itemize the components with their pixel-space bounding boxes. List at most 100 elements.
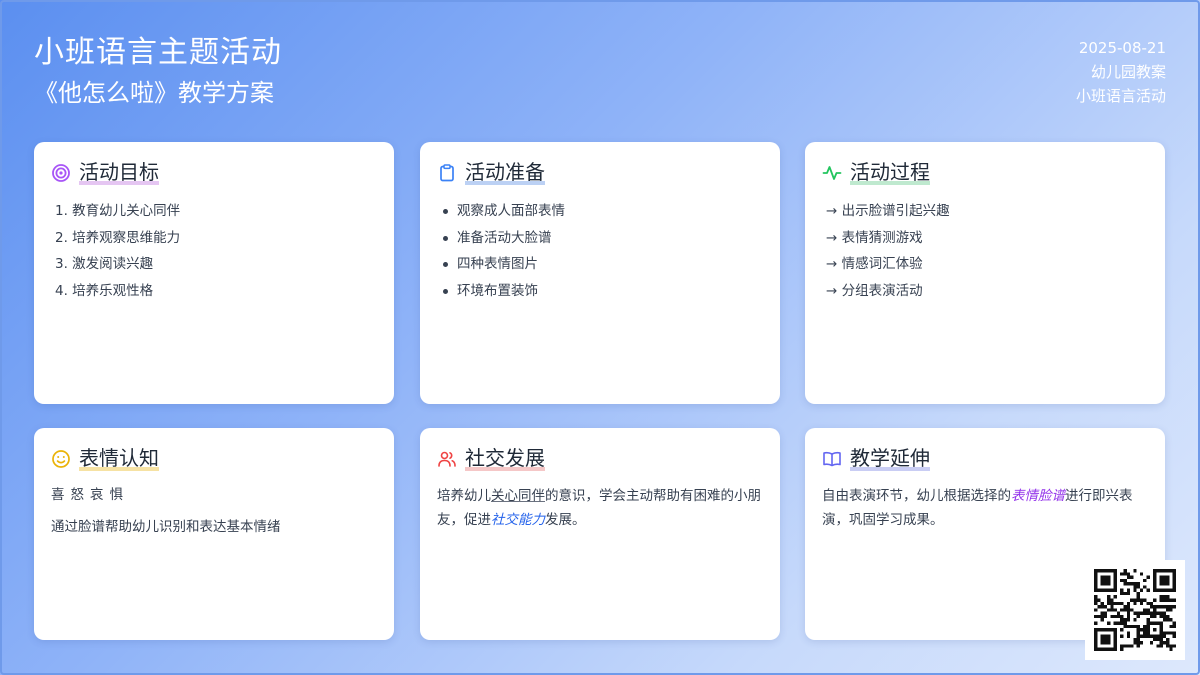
qr-module	[1143, 578, 1147, 583]
qr-module	[1120, 634, 1124, 638]
qr-module	[1159, 575, 1163, 579]
qr-module	[1143, 608, 1147, 612]
list-item: → 表情猜测游戏	[826, 229, 923, 246]
qr-module	[1166, 637, 1170, 642]
qr-module	[1100, 628, 1104, 632]
qr-module	[1166, 575, 1170, 579]
qr-module	[1110, 588, 1114, 592]
qr-module	[1123, 621, 1127, 625]
qr-module	[1156, 569, 1160, 573]
qr-module	[1169, 588, 1173, 592]
qr-module	[1136, 628, 1140, 632]
qr-module	[1110, 628, 1114, 632]
qr-module	[1126, 601, 1131, 606]
qr-module	[1123, 578, 1127, 583]
prep-list: 观察成人面部表情 准备活动大脸谱 四种表情图片 环境布置装饰	[437, 198, 763, 304]
qr-module	[1169, 618, 1173, 622]
qr-module	[1172, 644, 1176, 648]
qr-module	[1162, 578, 1167, 583]
tag-label: 小班语言活动	[1075, 87, 1166, 105]
qr-module	[1159, 621, 1163, 625]
qr-module	[1156, 588, 1160, 592]
qr-module	[1100, 647, 1104, 651]
qr-module	[1153, 572, 1157, 576]
qr-module	[1172, 634, 1176, 638]
qr-module	[1143, 585, 1147, 589]
qr-module	[1139, 611, 1144, 615]
qr-module	[1139, 598, 1144, 602]
qr-module	[1100, 601, 1104, 606]
qr-module	[1162, 611, 1167, 615]
qr-module	[1139, 601, 1144, 606]
qr-module	[1100, 637, 1104, 642]
qr-module	[1149, 641, 1154, 645]
qr-module	[1097, 647, 1101, 651]
qr-module	[1133, 641, 1137, 645]
qr-module	[1169, 598, 1173, 602]
qr-module	[1123, 569, 1127, 573]
qr-module	[1149, 601, 1154, 606]
qr-module	[1100, 611, 1104, 615]
qr-module	[1172, 588, 1176, 592]
qr-module	[1126, 611, 1131, 615]
qr-module	[1159, 628, 1163, 632]
extension-description: 自由表演环节，幼儿根据选择的表情脸谱进行即兴表演，巩固学习成果。	[822, 484, 1148, 532]
header-meta: 2025-08-21 幼儿园教案 小班语言活动	[1076, 36, 1166, 108]
qr-module	[1172, 624, 1176, 629]
qr-module	[1169, 644, 1173, 648]
qr-module	[1113, 569, 1117, 573]
qr-module	[1103, 611, 1108, 615]
qr-code-icon[interactable]	[1085, 560, 1185, 660]
qr-module	[1094, 614, 1098, 619]
qr-module	[1116, 611, 1121, 615]
qr-module	[1166, 598, 1170, 602]
qr-module	[1123, 572, 1127, 576]
card-header: 活动过程	[822, 160, 1148, 185]
qr-module	[1107, 588, 1111, 592]
qr-module	[1136, 582, 1140, 586]
qr-module	[1130, 608, 1134, 612]
list-item: 观察成人面部表情	[437, 198, 763, 225]
qr-module	[1159, 634, 1163, 638]
qr-module	[1153, 605, 1157, 609]
qr-module	[1094, 578, 1098, 583]
qr-module	[1097, 569, 1101, 573]
qr-module	[1113, 575, 1117, 579]
card-header: 活动目标	[51, 161, 377, 185]
qr-module	[1113, 621, 1117, 625]
qr-module	[1172, 605, 1176, 609]
qr-module	[1100, 641, 1104, 645]
qr-module	[1110, 605, 1114, 609]
qr-module	[1139, 588, 1144, 592]
list-item: 四种表情图片	[437, 251, 763, 278]
qr-module	[1156, 605, 1160, 609]
list-item: → 情感词汇体验	[826, 256, 923, 272]
qr-module	[1139, 641, 1144, 645]
qr-module	[1126, 591, 1131, 596]
card-title: 表情认知	[79, 446, 159, 471]
qr-module	[1094, 598, 1098, 602]
card-title: 活动过程	[850, 160, 930, 185]
qr-module	[1094, 631, 1098, 635]
qr-module	[1162, 631, 1167, 635]
qr-module	[1162, 634, 1167, 638]
qr-module	[1103, 588, 1108, 592]
qr-module	[1116, 621, 1121, 625]
qr-module	[1094, 621, 1098, 625]
qr-module	[1136, 595, 1140, 599]
card-header: 表情认知	[51, 446, 377, 471]
qr-module	[1113, 608, 1117, 612]
qr-module	[1110, 608, 1114, 612]
card-social: 社交发展 培养幼儿关心同伴的意识，学会主动帮助有困难的小朋友，促进社交能力发展。	[420, 428, 780, 640]
qr-module	[1166, 605, 1170, 609]
qr-module	[1136, 634, 1140, 638]
qr-module	[1094, 588, 1098, 592]
qr-module	[1146, 618, 1150, 622]
highlight-link: 关心同伴	[491, 488, 545, 504]
qr-module	[1120, 621, 1124, 625]
qr-module	[1143, 634, 1147, 638]
date-label: 2025-08-21	[1078, 39, 1166, 57]
qr-module	[1159, 637, 1163, 642]
qr-module	[1120, 647, 1124, 651]
qr-module	[1143, 598, 1147, 602]
